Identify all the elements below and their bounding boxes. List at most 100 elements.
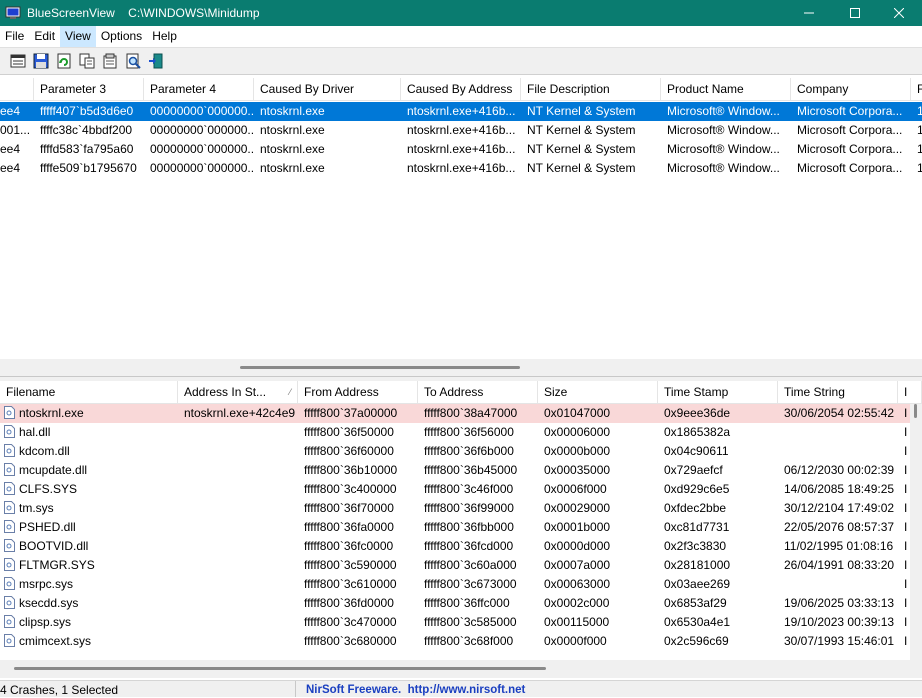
cell-to-address: fffff800`36f99000 [424,501,514,515]
driver-row[interactable]: ksecdd.sys fffff800`36fd0000 fffff800`36ff… [0,594,922,613]
exit-button[interactable] [144,50,167,72]
driver-row[interactable]: msrpc.sys fffff800`3c610000 fffff800`3c673… [0,575,922,594]
filename-text: tm.sys [19,501,54,515]
menu-file[interactable]: File [0,26,29,47]
driver-file-icon [4,444,15,457]
menu-edit[interactable]: Edit [29,26,60,47]
cell-caused-by-address: ntoskrnl.exe+416b... [407,104,516,118]
crash-row[interactable]: ee4 ffffe509`b1795670 00000000`000000... nt… [0,159,922,178]
driver-row[interactable]: hal.dll fffff800`36f50000 fffff800`36f5600… [0,423,922,442]
driver-row[interactable]: clipsp.sys fffff800`3c470000 fffff800`3c58… [0,613,922,632]
save-button[interactable] [29,50,52,72]
column-header[interactable] [0,78,34,100]
cell-to-address: fffff800`36fbb000 [424,520,514,534]
driver-row[interactable]: cmimcext.sys fffff800`3c680000 fffff800`3c… [0,632,922,651]
driver-row[interactable]: CLFS.SYS fffff800`3c400000 fffff800`3c46f0… [0,480,922,499]
title-bar: BlueScreenView C:\WINDOWS\Minidump [0,0,922,26]
crash-list-header: Parameter 3 Parameter 4 Caused By Driver… [0,78,922,101]
column-header-time-stamp[interactable]: Time Stamp [658,381,778,403]
column-header-size[interactable]: Size [538,381,658,403]
cell-size: 0x00006000 [544,425,611,439]
crash-row[interactable]: ee4 ffffd583`fa795a60 00000000`000000... nt… [0,140,922,159]
driver-row[interactable]: kdcom.dll fffff800`36f60000 fffff800`36f6b… [0,442,922,461]
cell-filename: kdcom.dll [0,442,178,461]
cell-parameter-4: 00000000`000000... [150,142,254,156]
scrollbar-thumb[interactable] [914,404,917,418]
menu-help[interactable]: Help [147,26,182,47]
cell-filename: cmimcext.sys [0,632,178,651]
crash-row[interactable]: ee4 fffff407`b5d3d6e0 00000000`000000... nt… [0,102,922,121]
column-header-address-in-stack[interactable]: Address In St... ⁄ [178,381,298,403]
cell-to-address: fffff800`36b45000 [424,463,518,477]
maximize-button[interactable] [832,0,878,26]
column-header-parameter-4[interactable]: Parameter 4 [144,78,254,100]
column-header-to-address[interactable]: To Address [418,381,538,403]
column-header-f[interactable]: F [911,78,922,100]
cell-product-name: Microsoft® Window... [667,123,780,137]
properties-button[interactable] [98,50,121,72]
driver-row[interactable]: BOOTVID.dll fffff800`36fc0000 fffff800`36f… [0,537,922,556]
menu-view[interactable]: View [60,26,96,47]
cell-caused-by-driver: ntoskrnl.exe [260,104,325,118]
driver-list-vscrollbar[interactable] [910,404,922,660]
driver-file-icon [4,539,15,552]
column-header-i[interactable]: I [898,381,922,403]
cell-to-address: fffff800`38a47000 [424,406,518,420]
cell-address-in-stack [178,556,298,575]
cell-time-string: 19/06/2025 03:33:13 [784,596,895,610]
driver-row[interactable]: mcupdate.dll fffff800`36b10000 fffff800`36… [0,461,922,480]
cell-time-string: 30/12/2104 17:49:02 [784,501,895,515]
html-report-button[interactable] [6,50,29,72]
cell-time-string: 30/06/2054 02:55:42 [784,406,895,420]
find-button[interactable] [121,50,144,72]
driver-row[interactable]: FLTMGR.SYS fffff800`3c590000 fffff800`3c60… [0,556,922,575]
menu-options[interactable]: Options [96,26,147,47]
driver-file-icon [4,577,15,590]
properties-icon [103,53,116,69]
cell-size: 0x0007a000 [544,558,611,572]
menu-bar: File Edit View Options Help [0,26,922,47]
close-button[interactable] [876,0,922,26]
cell-file-description: NT Kernel & System [527,104,636,118]
column-header-company[interactable]: Company [791,78,911,100]
save-icon [33,53,48,69]
cell-from-address: fffff800`36f60000 [304,444,394,458]
cell-filename: ntoskrnl.exe [0,404,178,423]
column-header-time-string[interactable]: Time String [778,381,898,403]
cell-product-name: Microsoft® Window... [667,161,780,175]
crash-list-hscrollbar[interactable] [0,359,922,376]
cell-time-stamp: 0x9eee36de [664,406,731,420]
cell-time-stamp: 0xfdec2bbe [664,501,727,515]
app-icon [5,6,21,19]
cell-caused-by-address: ntoskrnl.exe+416b... [407,161,516,175]
driver-row[interactable]: tm.sys fffff800`36f70000 fffff800`36f99000… [0,499,922,518]
cell-from-address: fffff800`3c610000 [304,577,397,591]
column-header-from-address[interactable]: From Address [298,381,418,403]
status-divider [295,681,296,697]
column-header-filename[interactable]: Filename [0,381,178,403]
driver-row[interactable]: PSHED.dll fffff800`36fa0000 fffff800`36fbb… [0,518,922,537]
column-header-caused-by-address[interactable]: Caused By Address [401,78,521,100]
cell-file-description: NT Kernel & System [527,142,636,156]
column-header-file-description[interactable]: File Description [521,78,661,100]
column-header-caused-by-driver[interactable]: Caused By Driver [254,78,401,100]
column-header-product-name[interactable]: Product Name [661,78,791,100]
scrollbar-thumb[interactable] [14,667,546,670]
cell-parameter-3: ffffd583`fa795a60 [40,142,134,156]
minimize-button[interactable] [786,0,832,26]
maximize-icon [850,8,860,18]
driver-list-hscrollbar[interactable] [0,660,922,678]
column-header-parameter-3[interactable]: Parameter 3 [34,78,144,100]
scrollbar-thumb[interactable] [240,366,520,369]
driver-file-icon [4,482,15,495]
driver-row[interactable]: ntoskrnl.exe ntoskrnl.exe+42c4e9 fffff800`… [0,404,922,423]
refresh-button[interactable] [52,50,75,72]
cell-time-string: 06/12/2030 00:02:39 [784,463,895,477]
crash-row[interactable]: 001... ffffc38c`4bbdf200 00000000`000000..… [0,121,922,140]
copy-button[interactable] [75,50,98,72]
cell-filename: PSHED.dll [0,518,178,537]
filename-text: msrpc.sys [19,577,73,591]
driver-file-icon [4,425,15,438]
cell-size: 0x00115000 [544,615,610,629]
cell-time-string: 30/07/1993 15:46:01 [784,634,895,648]
